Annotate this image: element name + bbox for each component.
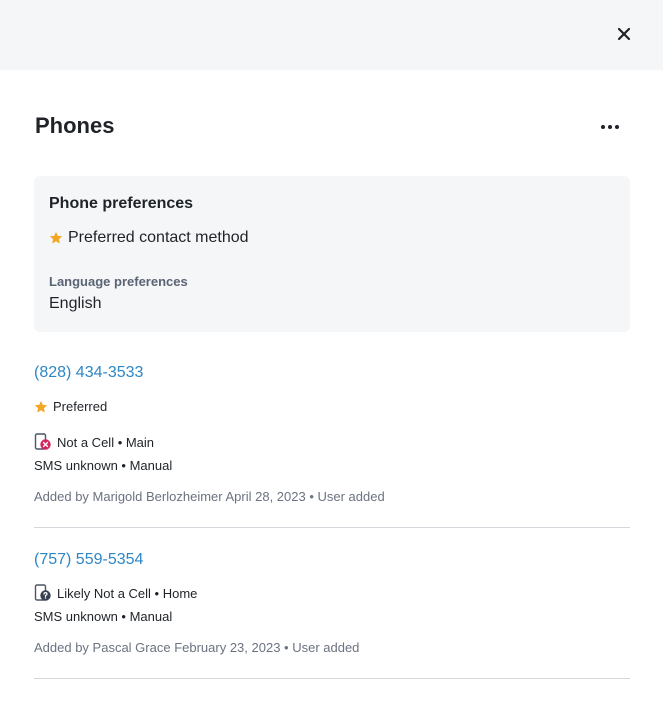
added-by-text: Added by Marigold Berlozheimer April 28,… — [34, 489, 385, 504]
phone-preferred-row: Preferred — [34, 399, 630, 414]
divider — [34, 527, 630, 528]
phone-type-text: Not a Cell • Main — [57, 434, 155, 450]
language-preferences-value: English — [49, 295, 102, 312]
more-options-button[interactable] — [596, 116, 624, 138]
phone-entry: (828) 434-3533 — [34, 364, 630, 382]
preferred-label: Preferred — [53, 399, 108, 414]
phone-preferences-card: Phone preferences Preferred contact meth… — [34, 176, 630, 332]
preferred-contact-method: Preferred contact method — [49, 229, 249, 247]
phone-type-row: Not a Cell • Main — [34, 433, 630, 451]
phone-number-link[interactable]: (828) 434-3533 — [34, 364, 143, 382]
sms-status-row: SMS unknown • Manual — [34, 609, 630, 624]
phone-preferences-title: Phone preferences — [49, 195, 194, 212]
unknown-cell-phone-icon — [34, 584, 52, 602]
star-icon — [49, 231, 63, 245]
not-cell-phone-icon — [34, 433, 52, 451]
language-preferences-label: Language preferences — [49, 274, 188, 289]
phone-number-link[interactable]: (757) 559-5354 — [34, 551, 143, 569]
added-by-row: Added by Pascal Grace February 23, 2023 … — [34, 640, 630, 655]
star-icon — [34, 400, 48, 414]
page-title: Phones — [35, 113, 115, 138]
sms-status-row: SMS unknown • Manual — [34, 458, 630, 473]
close-icon — [617, 27, 631, 41]
preferred-contact-label: Preferred contact method — [68, 229, 249, 246]
phone-type-text: Likely Not a Cell • Home — [57, 585, 198, 601]
close-button[interactable] — [612, 22, 636, 46]
added-by-row: Added by Marigold Berlozheimer April 28,… — [34, 489, 630, 504]
divider — [34, 678, 630, 679]
added-by-text: Added by Pascal Grace February 23, 2023 … — [34, 640, 360, 655]
sms-status-text: SMS unknown • Manual — [34, 458, 173, 473]
more-horizontal-icon — [601, 125, 619, 129]
phone-type-row: Likely Not a Cell • Home — [34, 584, 630, 602]
phone-entry: (757) 559-5354 — [34, 551, 630, 569]
sms-status-text: SMS unknown • Manual — [34, 609, 173, 624]
panel-header — [0, 0, 663, 70]
